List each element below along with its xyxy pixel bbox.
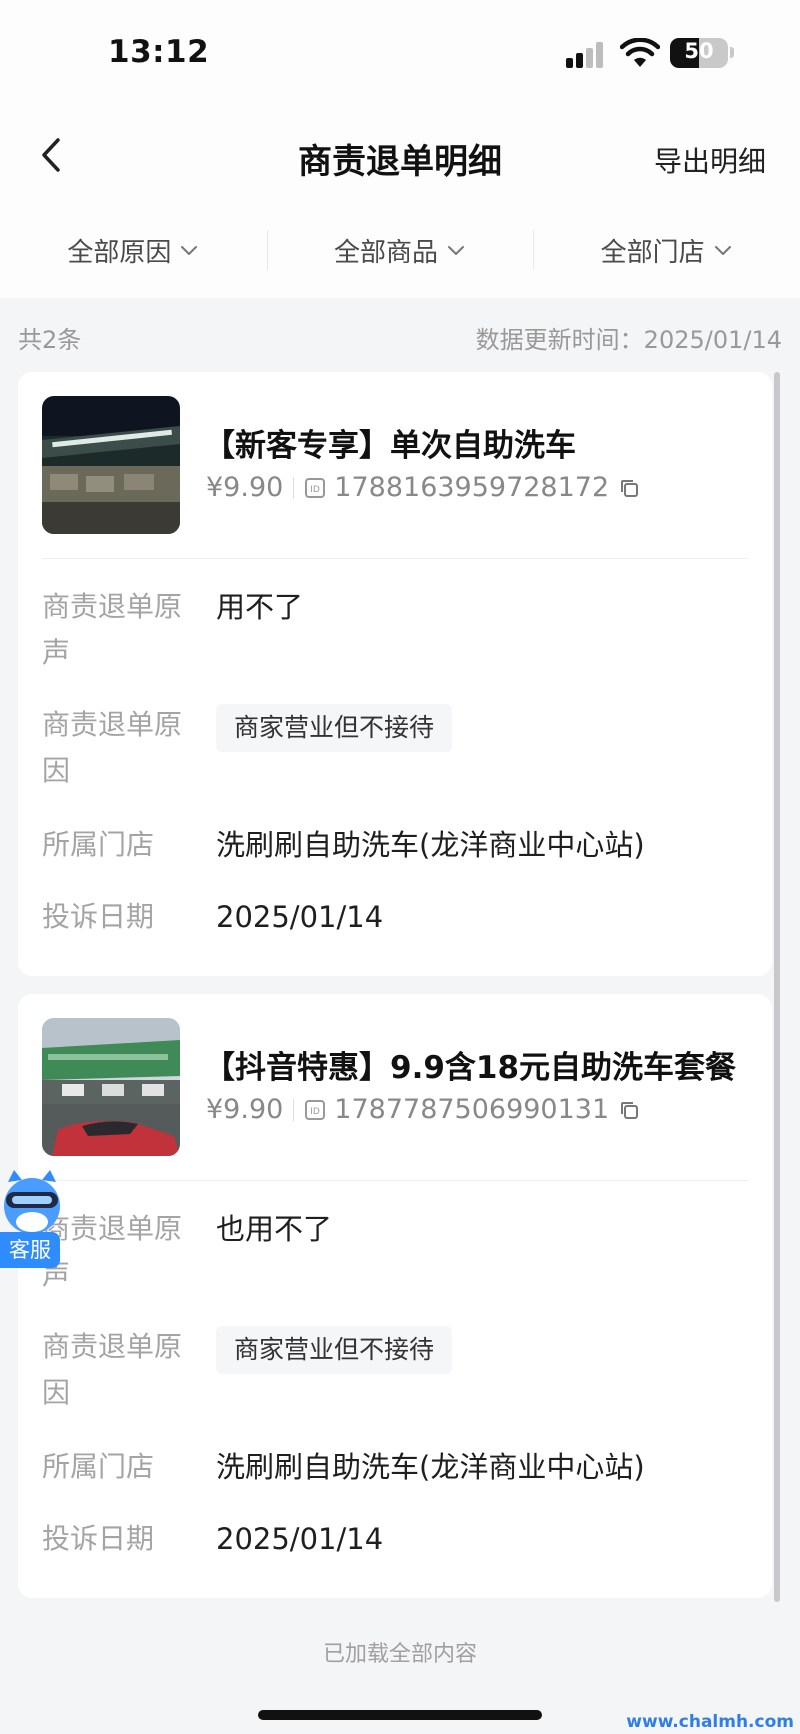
- divider: [42, 558, 748, 559]
- reason-tag: 商家营业但不接待: [216, 704, 453, 752]
- customer-service-button[interactable]: 客服: [0, 1168, 64, 1270]
- filter-store-label: 全部门店: [600, 237, 705, 268]
- cellular-signal-icon: [566, 42, 608, 68]
- all-loaded-note: 已加载全部内容: [322, 1642, 477, 1667]
- complaint-date: 2025/01/14: [216, 1522, 384, 1556]
- product-thumbnail: [42, 396, 180, 534]
- separator: [293, 476, 295, 499]
- svg-text:ID: ID: [311, 1107, 321, 1117]
- store-label: 所属门店: [42, 1450, 155, 1483]
- svg-text:ID: ID: [311, 485, 321, 495]
- date-label: 投诉日期: [42, 900, 155, 933]
- copy-icon[interactable]: [619, 1100, 639, 1120]
- refund-card: 【抖音特惠】9.9含18元自助洗车套餐 ¥9.90 ID 17877875069…: [18, 994, 772, 1598]
- product-title: 【新客专享】单次自助洗车: [204, 428, 576, 464]
- product-price: ¥9.90: [206, 1094, 284, 1125]
- date-label: 投诉日期: [42, 1522, 155, 1555]
- customer-service-label: 客服: [0, 1232, 60, 1268]
- price-id-line: ¥9.90 ID 1787787506990131: [206, 1094, 639, 1125]
- filter-product-dropdown[interactable]: 全部商品: [266, 222, 534, 278]
- status-time: 13:12: [108, 34, 210, 70]
- wifi-icon: [620, 38, 660, 67]
- record-count: 共2条: [18, 326, 82, 354]
- complaint-date: 2025/01/14: [216, 900, 384, 934]
- reason-label: 商责退单原因: [42, 1330, 183, 1409]
- filter-store-dropdown[interactable]: 全部门店: [533, 222, 800, 278]
- id-icon: ID: [305, 477, 326, 498]
- price-id-line: ¥9.90 ID 1788163959728172: [206, 472, 639, 503]
- store-name: 洗刷刷自助洗车(龙洋商业中心站): [216, 1450, 645, 1484]
- filter-product-label: 全部商品: [334, 237, 439, 268]
- battery-tip: [730, 47, 734, 58]
- id-icon: ID: [305, 1099, 326, 1120]
- filter-bar: 全部原因 全部商品 全部门店: [0, 222, 800, 278]
- home-indicator[interactable]: [258, 1710, 542, 1720]
- product-price: ¥9.90: [206, 472, 284, 503]
- export-details-button[interactable]: 导出明细: [654, 140, 766, 180]
- refund-card: 【新客专享】单次自助洗车 ¥9.90 ID 1788163959728172 商…: [18, 372, 772, 976]
- refund-voice: 用不了: [216, 590, 304, 624]
- product-thumbnail: [42, 1018, 180, 1156]
- filter-reason-dropdown[interactable]: 全部原因: [0, 222, 267, 278]
- reason-tag: 商家营业但不接待: [216, 1326, 453, 1374]
- product-id: 1788163959728172: [334, 472, 610, 503]
- product-title: 【抖音特惠】9.9含18元自助洗车套餐: [204, 1050, 737, 1086]
- product-id: 1787787506990131: [334, 1094, 610, 1125]
- watermark: www.chalmh.com: [626, 1712, 794, 1732]
- chevron-down-icon: [181, 246, 198, 255]
- separator: [293, 1098, 295, 1121]
- store-name: 洗刷刷自助洗车(龙洋商业中心站): [216, 828, 645, 862]
- store-label: 所属门店: [42, 828, 155, 861]
- divider: [42, 1180, 748, 1181]
- chevron-down-icon: [714, 246, 731, 255]
- data-update-time: 数据更新时间：2025/01/14: [475, 326, 782, 354]
- battery-percent: 50: [684, 39, 714, 63]
- reason-label: 商责退单原因: [42, 708, 183, 787]
- chevron-down-icon: [448, 246, 465, 255]
- voice-label: 商责退单原声: [42, 590, 183, 669]
- refund-voice: 也用不了: [216, 1212, 333, 1246]
- battery-icon: 50: [670, 38, 728, 68]
- filter-reason-label: 全部原因: [67, 237, 172, 268]
- copy-icon[interactable]: [619, 478, 639, 498]
- robot-mascot-icon: [4, 1170, 60, 1234]
- scrollbar[interactable]: [774, 372, 780, 1602]
